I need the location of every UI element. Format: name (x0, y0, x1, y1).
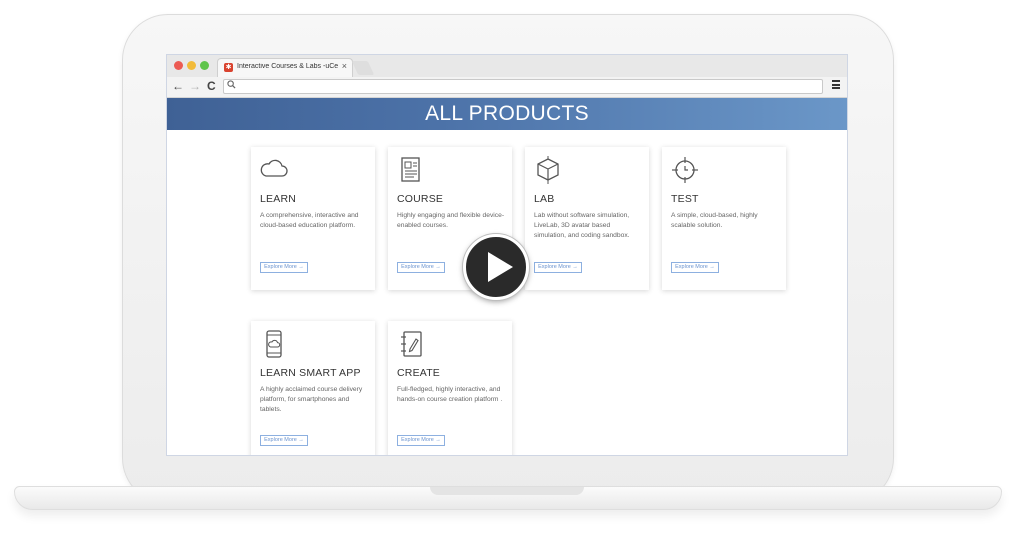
mobile-cloud-icon (266, 330, 282, 358)
back-arrow-icon[interactable]: ← (172, 79, 184, 93)
card-title: LEARN SMART APP (260, 367, 361, 379)
video-play-button[interactable] (463, 234, 529, 300)
tab-bar: ✱ Interactive Courses & Labs -uCe × (167, 55, 847, 78)
card-title: CREATE (397, 367, 441, 379)
new-tab-button[interactable] (351, 61, 375, 75)
card-description: A comprehensive, interactive and cloud-b… (260, 212, 359, 229)
crosshair-icon (672, 157, 698, 183)
laptop-notch (430, 487, 584, 495)
card-description: Full-fledged, highly interactive, and ha… (397, 386, 503, 403)
product-card-learn-smart-app: LEARN SMART APP A highly acclaimed cours… (251, 321, 375, 455)
card-title: COURSE (397, 193, 444, 205)
card-description: A highly acclaimed course delivery platf… (260, 386, 363, 413)
maximize-window-button[interactable] (200, 61, 209, 70)
notebook-pen-icon (401, 331, 422, 357)
document-icon (401, 157, 420, 182)
card-description: A simple, cloud-based, highly scalable s… (671, 212, 758, 229)
explore-more-button[interactable]: Explore More → (397, 262, 445, 273)
card-title: LAB (534, 193, 555, 205)
browser-toolbar: ← → C (167, 77, 847, 98)
forward-arrow-icon[interactable]: → (189, 79, 201, 93)
explore-more-button[interactable]: Explore More → (671, 262, 719, 273)
page-title: ALL PRODUCTS (425, 102, 589, 125)
tab-title: Interactive Courses & Labs -uCe (237, 63, 339, 70)
card-description: Lab without software simulation, LiveLab… (534, 212, 630, 239)
explore-more-button[interactable]: Explore More → (260, 435, 308, 446)
explore-more-button[interactable]: Explore More → (534, 262, 582, 273)
play-icon (488, 252, 513, 282)
hamburger-menu-icon[interactable] (832, 80, 840, 89)
product-card-learn: LEARN A comprehensive, interactive and c… (251, 147, 375, 290)
explore-more-button[interactable]: Explore More → (260, 262, 308, 273)
tab-close-icon[interactable]: × (342, 61, 347, 71)
favicon-icon: ✱ (224, 63, 233, 72)
card-title: TEST (671, 193, 699, 205)
page-banner: ALL PRODUCTS (167, 98, 847, 130)
explore-more-button[interactable]: Explore More → (397, 435, 445, 446)
product-card-create: CREATE Full-fledged, highly interactive,… (388, 321, 512, 455)
product-card-lab: LAB Lab without software simulation, Liv… (525, 147, 649, 290)
address-bar[interactable] (223, 79, 823, 94)
card-description: Highly engaging and flexible device-enab… (397, 212, 505, 229)
close-window-button[interactable] (174, 61, 183, 70)
product-card-test: TEST A simple, cloud-based, highly scala… (662, 147, 786, 290)
cube-icon (537, 156, 559, 184)
cloud-icon (260, 159, 288, 177)
minimize-window-button[interactable] (187, 61, 196, 70)
browser-tab[interactable]: ✱ Interactive Courses & Labs -uCe × (217, 58, 353, 77)
reload-icon[interactable]: C (207, 79, 216, 93)
card-title: LEARN (260, 193, 297, 205)
search-icon (227, 80, 236, 91)
